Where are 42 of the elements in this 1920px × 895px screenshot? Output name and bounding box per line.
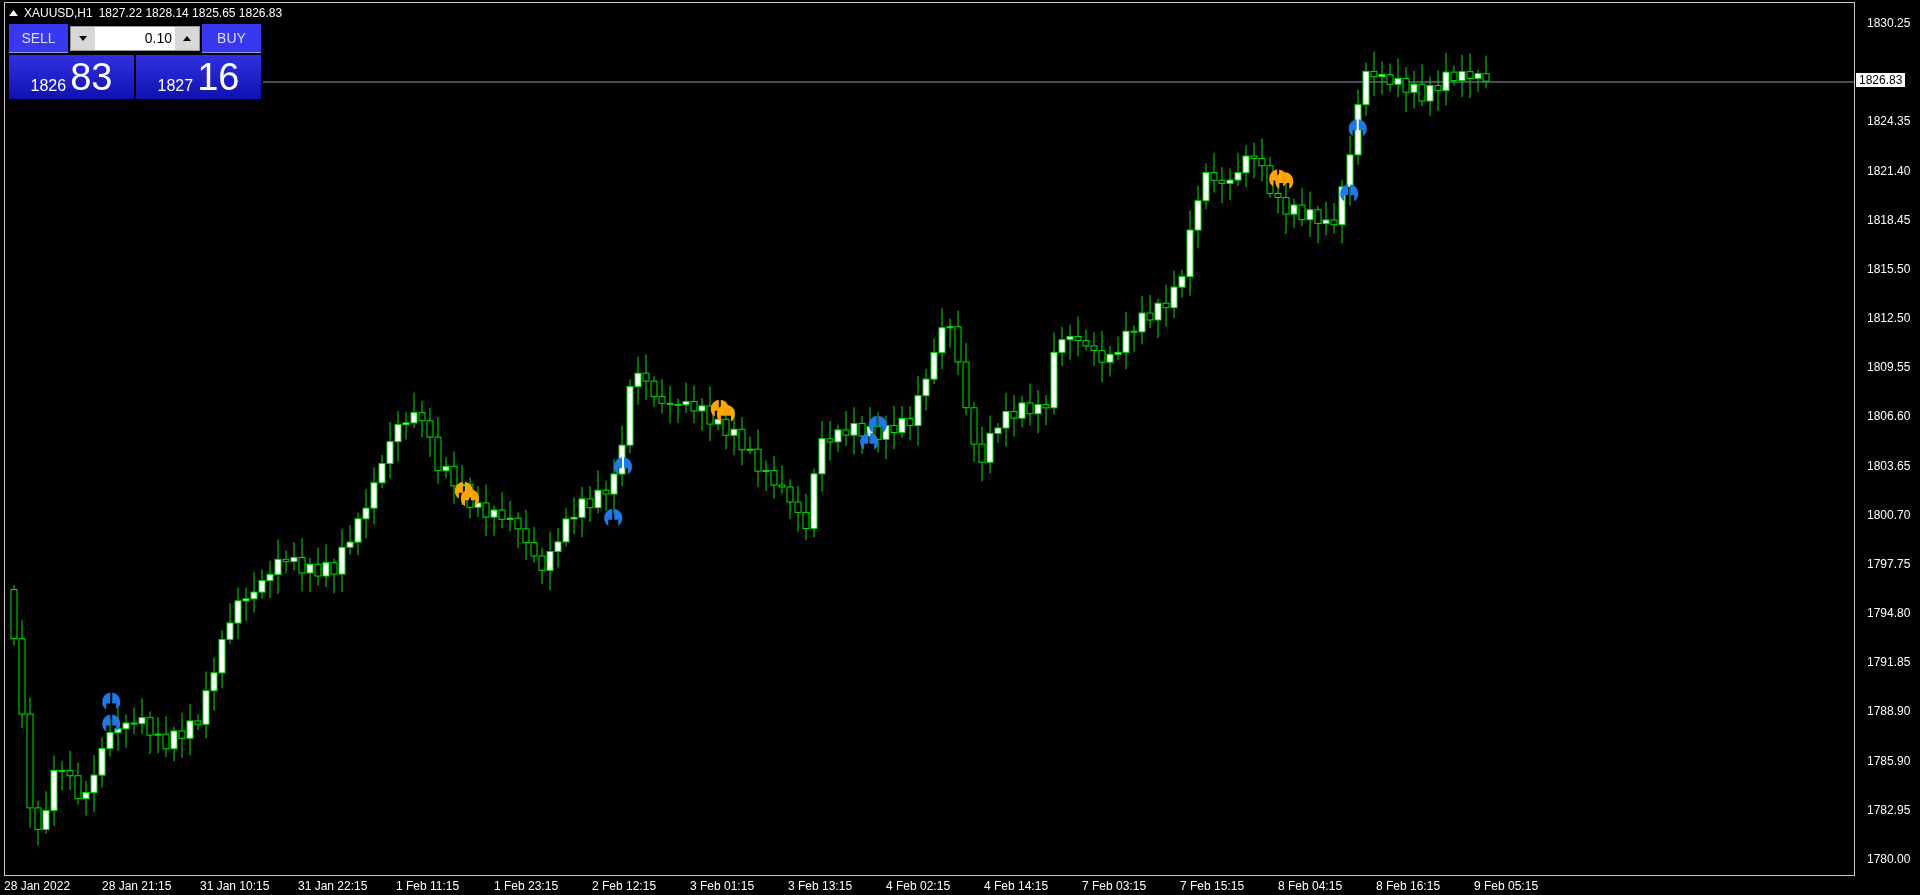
- price-label: 1824.35: [1866, 114, 1912, 129]
- lot-value[interactable]: 0.10: [95, 27, 175, 50]
- time-label: 28 Jan 2022: [4, 878, 72, 895]
- price-label: 1800.70: [1866, 507, 1912, 522]
- time-label: 9 Feb 05:15: [1474, 878, 1540, 895]
- ask-price-button[interactable]: 1827 16: [136, 55, 261, 99]
- sell-button[interactable]: SELL: [9, 24, 68, 53]
- price-label: 1812.50: [1866, 311, 1912, 326]
- quote-values: 1827.22 1828.14 1825.65 1826.83: [98, 5, 283, 21]
- time-label: 4 Feb 14:15: [984, 878, 1050, 895]
- current-price-tag: 1826.83: [1856, 73, 1906, 87]
- time-label: 8 Feb 04:15: [1278, 878, 1344, 895]
- price-label: 1782.95: [1866, 802, 1912, 817]
- time-label: 8 Feb 16:15: [1376, 878, 1442, 895]
- price-label: 1780.00: [1866, 851, 1912, 866]
- buy-button[interactable]: BUY: [202, 24, 261, 53]
- time-label: 28 Jan 21:15: [102, 878, 173, 895]
- bid-price-button[interactable]: 1826 83: [9, 55, 134, 99]
- lot-spinner[interactable]: 0.10: [70, 26, 200, 51]
- symbol-label: XAUUSD,H1: [24, 5, 93, 21]
- price-label: 1809.55: [1866, 360, 1912, 375]
- time-label: 7 Feb 15:15: [1180, 878, 1246, 895]
- price-label: 1794.80: [1866, 606, 1912, 621]
- time-label: 31 Jan 10:15: [200, 878, 271, 895]
- time-label: 1 Feb 23:15: [494, 878, 560, 895]
- time-label: 7 Feb 03:15: [1082, 878, 1148, 895]
- price-label: 1815.50: [1866, 261, 1912, 276]
- price-label: 1797.75: [1866, 556, 1912, 571]
- price-label: 1821.40: [1866, 163, 1912, 178]
- price-label: 1788.90: [1866, 704, 1912, 719]
- time-label: 3 Feb 13:15: [788, 878, 854, 895]
- time-label: 1 Feb 11:15: [396, 878, 461, 895]
- time-label: 3 Feb 01:15: [690, 878, 756, 895]
- price-label: 1785.90: [1866, 753, 1912, 768]
- time-label: 4 Feb 02:15: [886, 878, 952, 895]
- price-label: 1791.85: [1866, 655, 1912, 670]
- price-label: 1806.60: [1866, 409, 1912, 424]
- time-label: 31 Jan 22:15: [298, 878, 369, 895]
- price-label: 1830.25: [1866, 16, 1912, 30]
- time-label: 2 Feb 12:15: [592, 878, 658, 895]
- price-label: 1803.65: [1866, 458, 1912, 473]
- price-label: 1818.45: [1866, 212, 1912, 227]
